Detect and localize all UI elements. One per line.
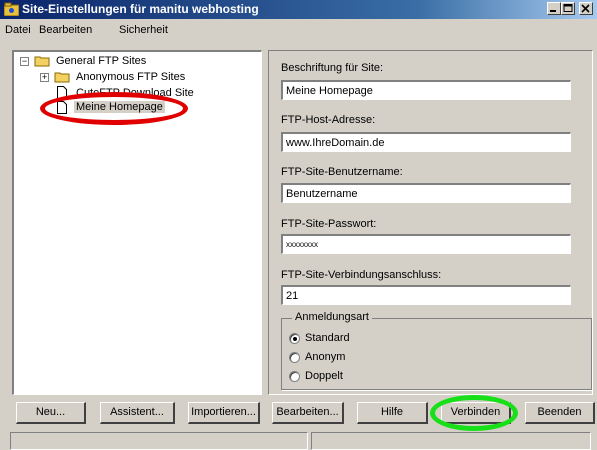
port-label: FTP-Site-Verbindungsanschluss: xyxy=(281,269,442,281)
minimize-button[interactable] xyxy=(547,2,561,15)
new-button[interactable]: Neu... xyxy=(16,402,86,424)
status-bar-left xyxy=(10,432,308,450)
status-bar-right xyxy=(311,432,591,450)
close-button[interactable] xyxy=(579,2,593,15)
radio-anonym-label[interactable]: Anonym xyxy=(305,351,345,363)
window-title: Site-Einstellungen für manitu webhosting xyxy=(22,2,259,16)
host-field[interactable] xyxy=(281,132,571,152)
login-type-title: Anmeldungsart xyxy=(292,311,372,323)
host-label: FTP-Host-Adresse: xyxy=(281,114,376,126)
expand-toggle[interactable]: + xyxy=(40,73,49,82)
title-bar[interactable]: Site-Einstellungen für manitu webhosting xyxy=(0,0,597,19)
folder-open-icon xyxy=(34,56,50,67)
connect-highlight-oval xyxy=(430,395,518,431)
username-field[interactable] xyxy=(281,183,571,203)
password-field[interactable] xyxy=(281,234,571,254)
password-label: FTP-Site-Passwort: xyxy=(281,218,377,230)
radio-doppelt[interactable] xyxy=(289,371,300,382)
maximize-button[interactable] xyxy=(561,2,575,15)
radio-standard[interactable] xyxy=(289,333,300,344)
port-field[interactable] xyxy=(281,285,571,305)
radio-doppelt-label[interactable]: Doppelt xyxy=(305,370,343,382)
close-icon xyxy=(581,4,590,13)
radio-anonym[interactable] xyxy=(289,352,300,363)
highlight-oval xyxy=(40,92,188,125)
wizard-button[interactable]: Assistent... xyxy=(100,402,175,424)
radio-standard-label[interactable]: Standard xyxy=(305,332,350,344)
collapse-toggle[interactable]: − xyxy=(20,57,29,66)
menu-bearbeiten[interactable]: Bearbeiten xyxy=(39,24,92,36)
app-icon xyxy=(3,2,20,17)
menu-datei[interactable]: Datei xyxy=(5,24,31,36)
edit-button[interactable]: Bearbeiten... xyxy=(272,402,344,424)
minimize-icon xyxy=(550,10,556,12)
caption-field[interactable] xyxy=(281,80,571,100)
menu-bar: Datei Bearbeiten Sicherheit xyxy=(0,20,597,39)
exit-button[interactable]: Beenden xyxy=(525,402,595,424)
caption-label: Beschriftung für Site: xyxy=(281,62,384,74)
folder-icon xyxy=(54,72,70,83)
tree-item-anonymous[interactable]: Anonymous FTP Sites xyxy=(76,71,185,83)
help-button[interactable]: Hilfe xyxy=(357,402,428,424)
maximize-icon xyxy=(563,4,573,12)
tree-root[interactable]: General FTP Sites xyxy=(56,55,146,67)
import-button[interactable]: Importieren... xyxy=(188,402,260,424)
username-label: FTP-Site-Benutzername: xyxy=(281,166,403,178)
menu-sicherheit[interactable]: Sicherheit xyxy=(119,24,168,36)
